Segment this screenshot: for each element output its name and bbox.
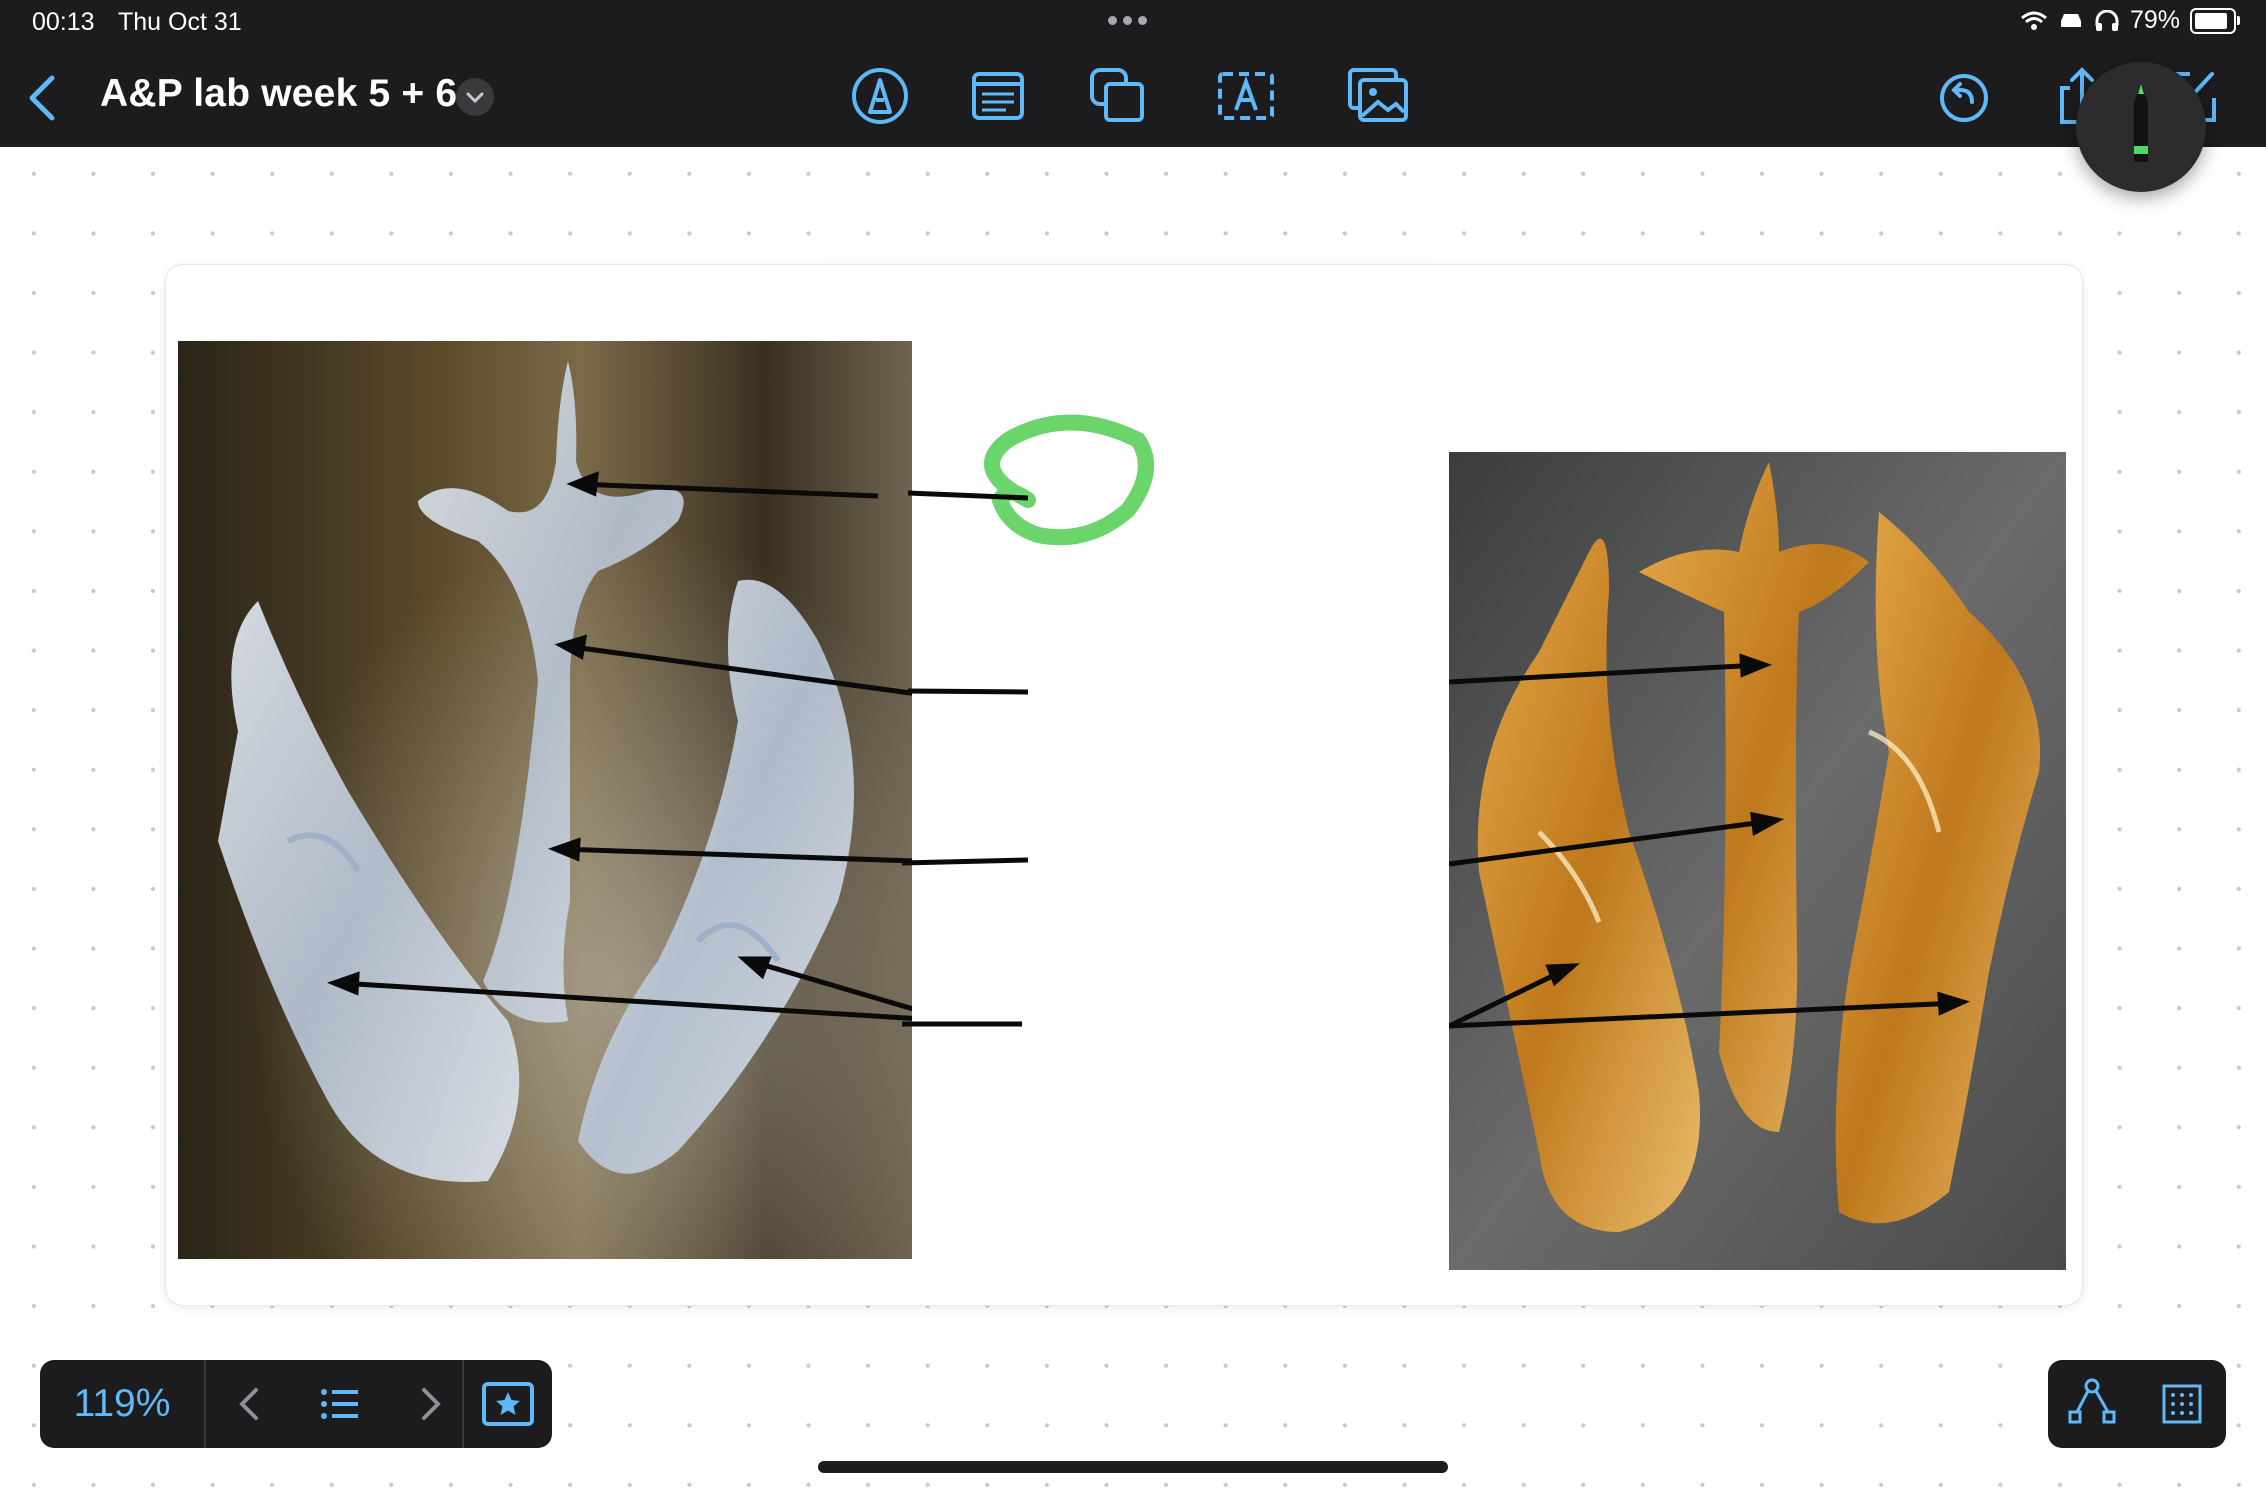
- battery-percent: 79%: [2129, 6, 2180, 34]
- multitasking-handle[interactable]: [1108, 16, 1147, 25]
- headphones-icon: [2095, 9, 2119, 31]
- previous-page-icon[interactable]: [206, 1360, 294, 1448]
- larynx-amber-model-photo[interactable]: [1449, 452, 2066, 1270]
- label-leader-lines: [901, 857, 1029, 1027]
- pencil-icon: [2134, 84, 2148, 162]
- grid-icon[interactable]: [2138, 1360, 2226, 1448]
- connector-icon[interactable]: [2048, 1360, 2136, 1448]
- title-menu-chevron-icon[interactable]: [456, 78, 494, 116]
- document-title[interactable]: A&P lab week 5 + 6: [100, 72, 457, 116]
- status-icons: 79%: [2020, 6, 2240, 35]
- wifi-icon: [2020, 11, 2047, 30]
- note-icon[interactable]: [966, 64, 1030, 128]
- page-navigation-bar: 119%: [40, 1360, 552, 1448]
- battery-icon: [2190, 7, 2240, 34]
- pen-tool-icon[interactable]: [848, 64, 912, 128]
- zoom-level[interactable]: 119%: [40, 1360, 204, 1448]
- back-chevron-icon[interactable]: [20, 70, 64, 126]
- next-page-icon[interactable]: [386, 1360, 474, 1448]
- text-box-icon[interactable]: [1214, 64, 1278, 128]
- pencil-tool-button[interactable]: [2076, 62, 2206, 192]
- canvas-tools-bar: [2048, 1360, 2226, 1448]
- page-list-icon[interactable]: [296, 1360, 384, 1448]
- top-bar: 00:13 Thu Oct 31 79% A&P lab week 5 + 6: [0, 0, 2266, 147]
- status-time: 00:13: [32, 8, 95, 36]
- status-date: Thu Oct 31: [118, 8, 242, 36]
- image-icon[interactable]: [1346, 64, 1410, 128]
- car-icon: [2060, 13, 2081, 27]
- bookmark-star-icon[interactable]: [464, 1360, 552, 1448]
- home-indicator[interactable]: [818, 1461, 1448, 1473]
- undo-icon[interactable]: [1932, 64, 1996, 128]
- larynx-clear-model-photo[interactable]: [178, 341, 912, 1259]
- shapes-icon[interactable]: [1086, 64, 1150, 128]
